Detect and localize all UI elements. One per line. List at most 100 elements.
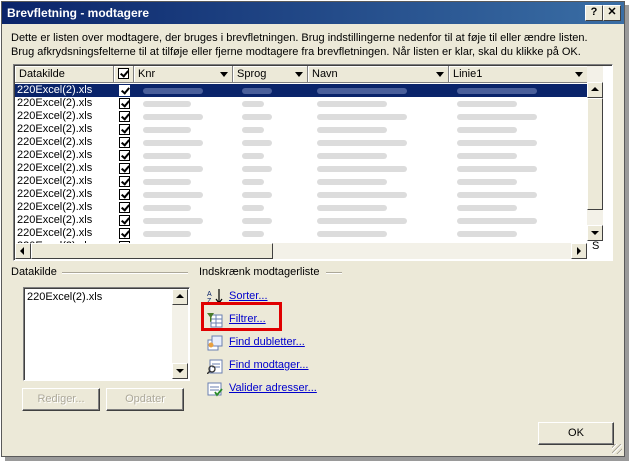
redacted-cell bbox=[317, 166, 407, 172]
redacted-cell bbox=[242, 140, 272, 146]
title-bar[interactable]: Brevfletning - modtagere ? ✕ bbox=[2, 2, 624, 24]
include-checkbox[interactable] bbox=[119, 137, 130, 148]
close-button[interactable]: ✕ bbox=[603, 5, 621, 21]
find-recipient-link[interactable]: Find modtager... bbox=[229, 359, 309, 371]
mail-merge-recipients-dialog: Brevfletning - modtagere ? ✕ Dette er li… bbox=[1, 1, 625, 457]
redacted-cell bbox=[143, 140, 203, 146]
redacted-cell bbox=[457, 205, 517, 211]
edit-button[interactable]: Rediger... bbox=[22, 388, 100, 411]
scroll-down-button[interactable] bbox=[587, 225, 603, 241]
resize-grip[interactable] bbox=[612, 444, 622, 454]
arrow-right-icon bbox=[577, 247, 581, 255]
datasource-cell: 220Excel(2).xls bbox=[17, 162, 93, 174]
chevron-down-icon[interactable] bbox=[220, 72, 228, 77]
horizontal-scrollbar[interactable] bbox=[15, 243, 587, 259]
scroll-left-button[interactable] bbox=[15, 243, 31, 259]
redacted-cell bbox=[143, 192, 203, 198]
chevron-down-icon[interactable] bbox=[436, 72, 444, 77]
datasource-cell: 220Excel(2).xls bbox=[17, 123, 93, 135]
include-checkbox[interactable] bbox=[119, 85, 130, 96]
redacted-cell bbox=[317, 218, 407, 224]
redacted-cell bbox=[242, 231, 264, 237]
chevron-down-icon[interactable] bbox=[575, 72, 583, 77]
sort-link[interactable]: Sorter... bbox=[229, 290, 268, 302]
table-row[interactable]: 220Excel(2).xlsN bbox=[15, 188, 600, 201]
redacted-cell bbox=[457, 101, 517, 107]
column-header-knr[interactable]: Knr bbox=[134, 66, 233, 83]
svg-text:A: A bbox=[207, 291, 212, 298]
redacted-cell bbox=[143, 231, 191, 237]
column-header-linie1[interactable]: Linie1 bbox=[449, 66, 588, 83]
include-checkbox[interactable] bbox=[119, 176, 130, 187]
redacted-cell bbox=[242, 114, 272, 120]
redacted-cell bbox=[457, 179, 517, 185]
datasource-cell: 220Excel(2).xls bbox=[17, 175, 93, 187]
help-button[interactable]: ? bbox=[585, 5, 603, 21]
redacted-cell bbox=[317, 114, 407, 120]
datasource-group-label: Datakilde bbox=[11, 266, 57, 278]
table-row[interactable]: 220Excel(2).xlsE bbox=[15, 227, 599, 240]
arrow-up-icon bbox=[591, 87, 599, 91]
table-row[interactable]: 220Excel(2).xlsN bbox=[15, 201, 600, 214]
table-row[interactable]: 220Excel(2).xlsÇ bbox=[15, 149, 600, 162]
datasource-cell: 220Excel(2).xls bbox=[17, 84, 93, 96]
redacted-cell bbox=[317, 192, 407, 198]
table-row[interactable]: 220Excel(2).xlsÇ bbox=[15, 162, 600, 175]
redacted-cell bbox=[317, 153, 387, 159]
scroll-down-button[interactable] bbox=[172, 363, 188, 379]
include-checkbox[interactable] bbox=[119, 215, 130, 226]
redacted-cell bbox=[242, 205, 264, 211]
recipients-grid: Datakilde Knr Sprog Navn Linie1 L 220Exc… bbox=[13, 64, 613, 261]
datasource-list-scrollbar[interactable] bbox=[172, 289, 188, 379]
vertical-scrollbar[interactable] bbox=[587, 66, 603, 241]
table-row[interactable]: 220Excel(2).xlsK bbox=[15, 214, 599, 227]
redacted-cell bbox=[317, 127, 387, 133]
include-checkbox[interactable] bbox=[119, 163, 130, 174]
chevron-down-icon[interactable] bbox=[295, 72, 303, 77]
table-row[interactable]: 220Excel(2).xlsA bbox=[15, 84, 599, 97]
arrow-down-icon bbox=[591, 231, 599, 235]
table-row[interactable]: 220Excel(2).xlsE bbox=[15, 110, 599, 123]
arrow-down-icon bbox=[176, 369, 184, 373]
scroll-up-button[interactable] bbox=[587, 82, 603, 98]
column-header-datakilde[interactable]: Datakilde bbox=[15, 66, 114, 83]
include-checkbox[interactable] bbox=[119, 202, 130, 213]
scroll-right-button[interactable] bbox=[571, 243, 587, 259]
table-row[interactable]: 220Excel(2).xlsM bbox=[15, 97, 601, 110]
include-checkbox[interactable] bbox=[119, 189, 130, 200]
redacted-cell bbox=[242, 88, 272, 94]
find-recipient-icon bbox=[207, 359, 223, 374]
group-divider bbox=[326, 272, 342, 274]
column-header-check[interactable] bbox=[114, 66, 134, 83]
redacted-cell bbox=[143, 127, 191, 133]
column-header-navn[interactable]: Navn bbox=[308, 66, 449, 83]
redacted-cell bbox=[457, 192, 537, 198]
datasource-cell: 220Excel(2).xls bbox=[17, 188, 93, 200]
include-checkbox[interactable] bbox=[119, 124, 130, 135]
redacted-cell bbox=[143, 153, 191, 159]
include-checkbox[interactable] bbox=[119, 98, 130, 109]
find-duplicates-link[interactable]: Find dubletter... bbox=[229, 336, 305, 348]
select-all-checkbox[interactable] bbox=[118, 68, 129, 79]
table-row[interactable]: 220Excel(2).xlsN bbox=[15, 123, 600, 136]
description-text: Dette er listen over modtagere, der brug… bbox=[11, 32, 588, 58]
refresh-button[interactable]: Opdater bbox=[106, 388, 184, 411]
redacted-cell bbox=[457, 231, 517, 237]
redacted-cell bbox=[457, 88, 537, 94]
list-item[interactable]: 220Excel(2).xls bbox=[27, 291, 102, 303]
column-header-sprog[interactable]: Sprog bbox=[233, 66, 308, 83]
redacted-cell bbox=[242, 218, 272, 224]
include-checkbox[interactable] bbox=[119, 150, 130, 161]
table-row[interactable]: 220Excel(2).xlsM bbox=[15, 136, 601, 149]
ok-button[interactable]: OK bbox=[538, 422, 614, 445]
datasource-list[interactable]: 220Excel(2).xls bbox=[23, 287, 190, 381]
horizontal-scroll-thumb[interactable] bbox=[31, 243, 273, 259]
table-row[interactable]: 220Excel(2).xlsA bbox=[15, 175, 599, 188]
include-checkbox[interactable] bbox=[119, 111, 130, 122]
redacted-cell bbox=[317, 101, 387, 107]
datasource-cell: 220Excel(2).xls bbox=[17, 97, 93, 109]
scroll-up-button[interactable] bbox=[172, 289, 188, 305]
include-checkbox[interactable] bbox=[119, 228, 130, 239]
vertical-scroll-thumb[interactable] bbox=[587, 98, 603, 210]
validate-addresses-link[interactable]: Valider adresser... bbox=[229, 382, 317, 394]
